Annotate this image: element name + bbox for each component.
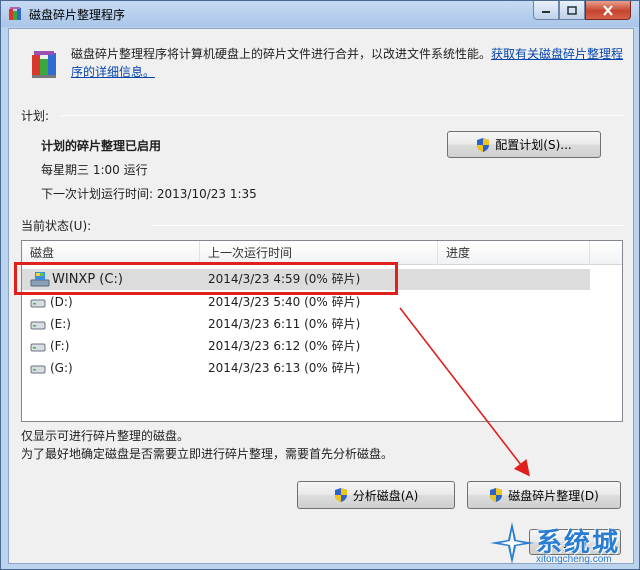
disk-last-run: 2014/3/23 6:13 (0% 碎片)	[208, 361, 361, 375]
disk-name: (D:)	[50, 295, 73, 309]
analyze-disk-button[interactable]: 分析磁盘(A)	[297, 481, 455, 509]
uac-shield-icon	[490, 488, 503, 502]
watermark-logo-icon	[490, 522, 534, 564]
analyze-disk-label: 分析磁盘(A)	[352, 488, 419, 503]
defragment-disk-button[interactable]: 磁盘碎片整理(D)	[467, 481, 621, 509]
schedule-status: 计划的碎片整理已启用	[41, 139, 162, 153]
note-line-1: 仅显示可进行碎片整理的磁盘。	[21, 429, 190, 443]
disk-name: (G:)	[50, 361, 73, 375]
site-watermark: 系统城 xitongcheng.com	[488, 520, 640, 570]
intro-text-block: 磁盘碎片整理程序将计算机硬盘上的碎片文件进行合并，以改进文件系统性能。获取有关磁…	[71, 45, 631, 81]
hard-drive-icon	[30, 321, 46, 330]
dialog-content: 磁盘碎片整理程序将计算机硬盘上的碎片文件进行合并，以改进文件系统性能。获取有关磁…	[8, 28, 634, 564]
note-line-2: 为了最好地确定磁盘是否需要立即进行碎片整理，需要首先分析磁盘。	[21, 447, 394, 461]
disk-last-run: 2014/3/23 6:12 (0% 碎片)	[208, 339, 361, 353]
schedule-separator	[61, 115, 623, 116]
maximize-button[interactable]	[559, 1, 585, 20]
uac-shield-icon	[477, 137, 490, 152]
window-title: 磁盘碎片整理程序	[29, 8, 126, 22]
hard-drive-icon	[30, 365, 46, 374]
schedule-frequency: 每星期三 1:00 运行	[41, 163, 148, 177]
status-separator	[151, 225, 623, 226]
red-highlight-box	[14, 262, 398, 295]
close-window-button[interactable]	[585, 1, 631, 20]
hard-drive-icon	[30, 343, 46, 352]
close-icon	[603, 4, 613, 16]
column-header-progress[interactable]: 进度	[438, 241, 590, 265]
hard-drive-icon	[30, 299, 46, 308]
defrag-large-icon	[32, 51, 56, 78]
watermark-url: xitongcheng.com	[536, 554, 612, 565]
configure-schedule-label: 配置计划(S)...	[495, 138, 572, 152]
disk-row-d[interactable]: (D:) 2014/3/23 5:40 (0% 碎片)	[22, 292, 590, 313]
disk-name: (F:)	[50, 339, 70, 353]
maximize-icon	[567, 5, 577, 15]
minimize-button[interactable]	[533, 1, 559, 20]
disk-row-g[interactable]: (G:) 2014/3/23 6:13 (0% 碎片)	[22, 358, 590, 379]
schedule-next-run: 下一次计划运行时间: 2013/10/23 1:35	[41, 187, 257, 201]
disk-row-f[interactable]: (F:) 2014/3/23 6:12 (0% 碎片)	[22, 336, 590, 357]
schedule-label: 计划:	[21, 109, 50, 123]
disk-last-run: 2014/3/23 5:40 (0% 碎片)	[208, 295, 361, 309]
configure-schedule-button[interactable]: 配置计划(S)...	[447, 131, 601, 158]
uac-shield-icon	[334, 488, 347, 502]
current-status-label: 当前状态(U):	[21, 219, 92, 233]
disk-name: (E:)	[50, 317, 71, 331]
defrag-app-icon	[9, 7, 21, 20]
defragment-disk-label: 磁盘碎片整理(D)	[508, 488, 599, 503]
intro-text: 磁盘碎片整理程序将计算机硬盘上的碎片文件进行合并，以改进文件系统性能。	[71, 47, 492, 61]
disk-last-run: 2014/3/23 6:11 (0% 碎片)	[208, 317, 361, 331]
disk-row-e[interactable]: (E:) 2014/3/23 6:11 (0% 碎片)	[22, 314, 590, 335]
minimize-icon	[542, 11, 550, 13]
title-bar[interactable]: 磁盘碎片整理程序	[1, 1, 639, 27]
